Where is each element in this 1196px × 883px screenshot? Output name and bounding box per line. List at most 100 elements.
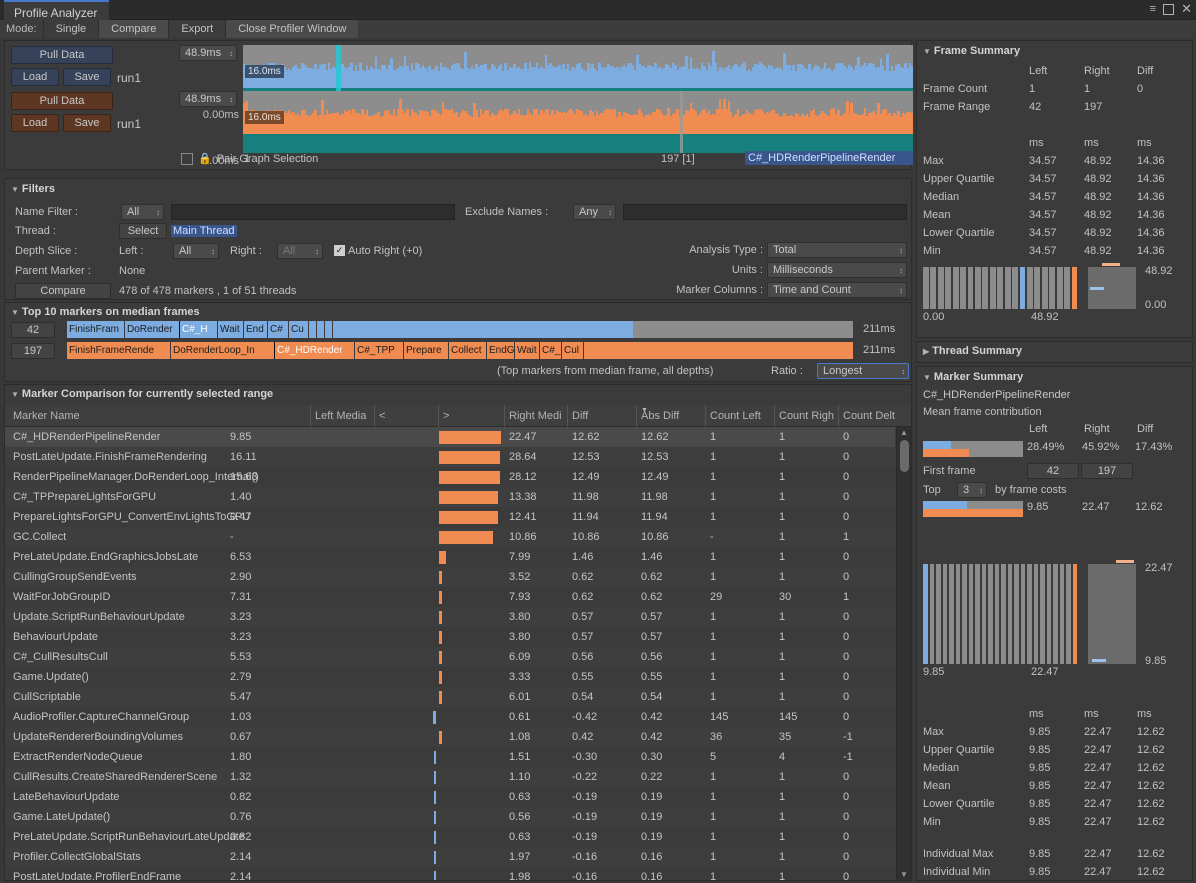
- table-scrollbar-thumb[interactable]: [900, 440, 909, 472]
- marker-table-body[interactable]: C#_HDRenderPipelineRender 9.85 22.47 12.62 1…: [5, 427, 895, 880]
- maximize-icon[interactable]: [1163, 3, 1175, 15]
- pair-graph-checkbox[interactable]: [181, 152, 193, 165]
- analysis-type-dropdown[interactable]: Total ↕: [767, 242, 907, 258]
- table-row[interactable]: AudioProfiler.CaptureChannelGroup 1.03 0.6…: [5, 707, 895, 727]
- top10-row[interactable]: 42 FinishFram DoRender C#_H Wait End C# Cu 211ms: [5, 321, 913, 340]
- table-column-header[interactable]: Count Delt: [838, 405, 900, 427]
- table-column-header[interactable]: >: [438, 405, 502, 427]
- table-column-header[interactable]: ▼ Abs Diff: [636, 405, 700, 427]
- top10-frame-button[interactable]: 42: [11, 322, 55, 338]
- close-profiler-window-button[interactable]: Close Profiler Window: [225, 20, 359, 38]
- exclude-names-input[interactable]: [623, 204, 907, 220]
- mode-button-compare[interactable]: Compare: [98, 20, 169, 38]
- table-row[interactable]: GC.Collect -10.86 10.86 10.86-1 1: [5, 527, 895, 547]
- top10-frame-button[interactable]: 197: [11, 343, 55, 359]
- top10-segment[interactable]: End: [244, 321, 268, 338]
- top10-segment[interactable]: DoRenderLoop_In: [171, 342, 275, 359]
- table-row[interactable]: PreLateUpdate.EndGraphicsJobsLate 6.53 7.9…: [5, 547, 895, 567]
- table-row[interactable]: BehaviourUpdate 3.23 3.80 0.57 0.57 1 1 0: [5, 627, 895, 647]
- table-row[interactable]: PreLateUpdate.ScriptRunBehaviourLateUpda…: [5, 827, 895, 847]
- ratio-dropdown[interactable]: Longest ↕: [817, 363, 909, 379]
- load-button-left[interactable]: Load: [11, 68, 59, 86]
- scroll-up-arrow[interactable]: ▲: [897, 428, 911, 437]
- top10-segment[interactable]: Wait: [515, 342, 540, 359]
- table-column-header[interactable]: Left Media: [310, 405, 374, 427]
- table-row[interactable]: CullingGroupSendEvents 2.90 3.52 0.62 0.62 1 1…: [5, 567, 895, 587]
- table-row[interactable]: Profiler.CollectGlobalStats 2.14 1.97 -0.16…: [5, 847, 895, 867]
- save-button-left[interactable]: Save: [63, 68, 111, 86]
- top10-segment[interactable]: DoRender: [125, 321, 180, 338]
- name-filter-input[interactable]: [171, 204, 455, 220]
- thread-summary-title[interactable]: Thread Summary: [923, 345, 1022, 357]
- table-column-header[interactable]: Marker Name: [9, 405, 309, 427]
- top10-segment[interactable]: [317, 321, 325, 338]
- table-row[interactable]: PrepareLightsForGPU_ConvertEnvLightsToGP…: [5, 507, 895, 527]
- depth-right-dropdown[interactable]: All ↕: [277, 243, 323, 259]
- close-icon[interactable]: ✕: [1181, 2, 1192, 16]
- pull-data-button-left[interactable]: Pull Data: [11, 46, 113, 64]
- table-row[interactable]: ExtractRenderNodeQueue 1.80 1.51 -0.30 0.30 5…: [5, 747, 895, 767]
- save-button-right[interactable]: Save: [63, 114, 111, 132]
- top10-segment[interactable]: Collect: [449, 342, 487, 359]
- pull-data-button-right[interactable]: Pull Data: [11, 92, 113, 110]
- first-frame-left-button[interactable]: 42: [1027, 463, 1079, 479]
- top10-segment[interactable]: EndG: [487, 342, 515, 359]
- table-column-header[interactable]: Count Left: [705, 405, 769, 427]
- top10-segment[interactable]: C#_H: [179, 321, 219, 338]
- name-filter-mode-dropdown[interactable]: All ↕: [121, 204, 164, 220]
- table-row[interactable]: C#_CullResultsCull 5.53 6.09 0.56 0.56 1 1 0: [5, 647, 895, 667]
- marker-columns-dropdown[interactable]: Time and Count ↕: [767, 282, 907, 298]
- thread-select-button[interactable]: Select: [119, 223, 167, 239]
- scale-popup-left[interactable]: 48.9ms ↕: [179, 45, 237, 61]
- table-column-header[interactable]: Right Medi: [504, 405, 566, 427]
- exclude-names-mode-dropdown[interactable]: Any ↕: [573, 204, 616, 220]
- top10-segment[interactable]: FinishFrameRende: [67, 342, 171, 359]
- filters-title[interactable]: Filters: [11, 183, 55, 195]
- table-column-header[interactable]: Count Righ: [774, 405, 837, 427]
- table-row[interactable]: Game.LateUpdate() 0.76 0.56 -0.19 0.19 1 1 0: [5, 807, 895, 827]
- marker-comparison-title[interactable]: Marker Comparison for currently selected…: [11, 388, 273, 400]
- thread-summary-panel[interactable]: Thread Summary: [916, 341, 1193, 363]
- frame-graph-right[interactable]: [243, 91, 913, 153]
- table-row[interactable]: CullResults.CreateSharedRendererScene 1.3…: [5, 767, 895, 787]
- top10-segment[interactable]: Cul: [562, 342, 584, 359]
- top10-segment[interactable]: C#_HDRender: [274, 342, 356, 359]
- depth-left-dropdown[interactable]: All ↕: [173, 243, 219, 259]
- top10-segment[interactable]: Prepare: [404, 342, 449, 359]
- top-count-dropdown[interactable]: 3 ↕: [957, 482, 987, 498]
- table-row[interactable]: PostLateUpdate.FinishFrameRendering 16.11…: [5, 447, 895, 467]
- units-dropdown[interactable]: Milliseconds ↕: [767, 262, 907, 278]
- table-row[interactable]: PostLateUpdate.ProfilerEndFrame 2.14 1.98-…: [5, 867, 895, 880]
- table-row[interactable]: Game.Update() 2.79 3.33 0.55 0.55 1 1 0: [5, 667, 895, 687]
- top10-row[interactable]: 197 FinishFrameRende DoRenderLoop_In C#_HDR…: [5, 342, 913, 361]
- top10-segment[interactable]: Cu: [289, 321, 309, 338]
- auto-right-checkbox[interactable]: ✓: [334, 245, 345, 256]
- table-row[interactable]: WaitForJobGroupID 7.31 7.93 0.62 0.62 29 30 1: [5, 587, 895, 607]
- first-frame-right-button[interactable]: 197: [1081, 463, 1133, 479]
- compare-button[interactable]: Compare: [15, 283, 111, 299]
- menu-icon[interactable]: ≡: [1150, 2, 1156, 16]
- table-column-header[interactable]: Diff: [567, 405, 635, 427]
- table-row[interactable]: LateBehaviourUpdate 0.82 0.63 -0.19 0.19 1 1 0: [5, 787, 895, 807]
- top10-segment[interactable]: C#_TPP: [355, 342, 404, 359]
- frame-summary-title[interactable]: Frame Summary: [923, 45, 1020, 57]
- top10-segment[interactable]: [325, 321, 333, 338]
- top10-segment[interactable]: [309, 321, 317, 338]
- top10-segment[interactable]: C#: [268, 321, 289, 338]
- window-tab-profile-analyzer[interactable]: Profile Analyzer: [4, 0, 110, 20]
- table-row[interactable]: C#_TPPrepareLightsForGPU 1.40 13.38 11.98 11…: [5, 487, 895, 507]
- scale-popup-right[interactable]: 48.9ms ↕: [179, 91, 237, 107]
- table-column-header[interactable]: <: [374, 405, 438, 427]
- top10-segment[interactable]: Wait: [218, 321, 244, 338]
- top10-segment[interactable]: FinishFram: [67, 321, 125, 338]
- mode-button-single[interactable]: Single: [42, 20, 99, 38]
- table-row[interactable]: UpdateRendererBoundingVolumes 0.67 1.08 0.4…: [5, 727, 895, 747]
- top10-segment[interactable]: C#_: [540, 342, 562, 359]
- table-row[interactable]: RenderPipelineManager.DoRenderLoop_Inter…: [5, 467, 895, 487]
- export-button[interactable]: Export: [168, 20, 226, 38]
- top10-title[interactable]: Top 10 markers on median frames: [11, 306, 200, 318]
- marker-summary-title[interactable]: Marker Summary: [923, 371, 1023, 383]
- table-row[interactable]: CullScriptable 5.47 6.01 0.54 0.54 1 1 0: [5, 687, 895, 707]
- table-scrollbar[interactable]: ▲ ▼: [896, 427, 911, 880]
- scroll-down-arrow[interactable]: ▼: [897, 870, 911, 879]
